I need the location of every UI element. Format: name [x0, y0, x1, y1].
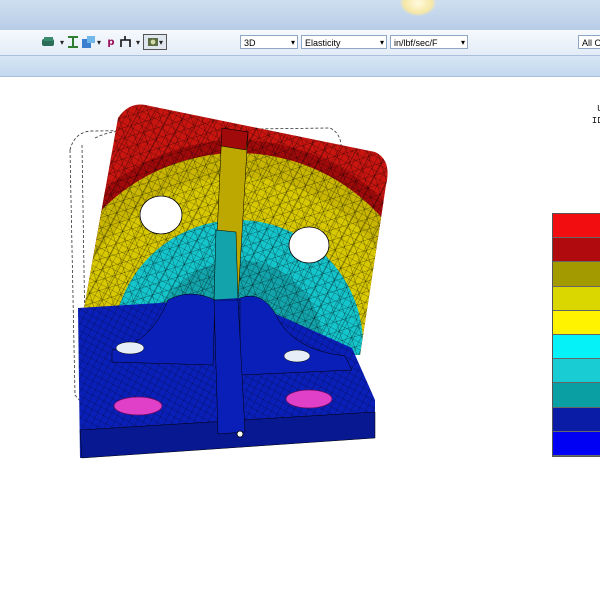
fea-model-view[interactable] — [0, 0, 600, 600]
legend-swatch — [553, 334, 600, 360]
legend-swatch — [553, 310, 600, 335]
info-line: N — [578, 127, 600, 139]
result-info-panel: Un ID= N M — [578, 103, 600, 151]
legend-swatch — [553, 238, 600, 263]
legend-swatch — [553, 359, 600, 384]
legend-swatch — [553, 214, 600, 239]
legend-swatch — [553, 431, 600, 456]
legend-swatch — [553, 286, 600, 311]
legend-swatch — [553, 383, 600, 408]
legend-swatch — [553, 262, 600, 287]
info-line: M — [578, 139, 600, 151]
color-legend — [552, 213, 600, 457]
info-line: Un — [597, 104, 600, 114]
base-hole-right — [285, 389, 333, 409]
back-hole-right — [288, 226, 330, 264]
back-hole-left — [139, 195, 183, 235]
legend-swatch — [553, 407, 600, 432]
info-line: ID= — [591, 116, 600, 126]
base-hole-left — [113, 396, 163, 416]
